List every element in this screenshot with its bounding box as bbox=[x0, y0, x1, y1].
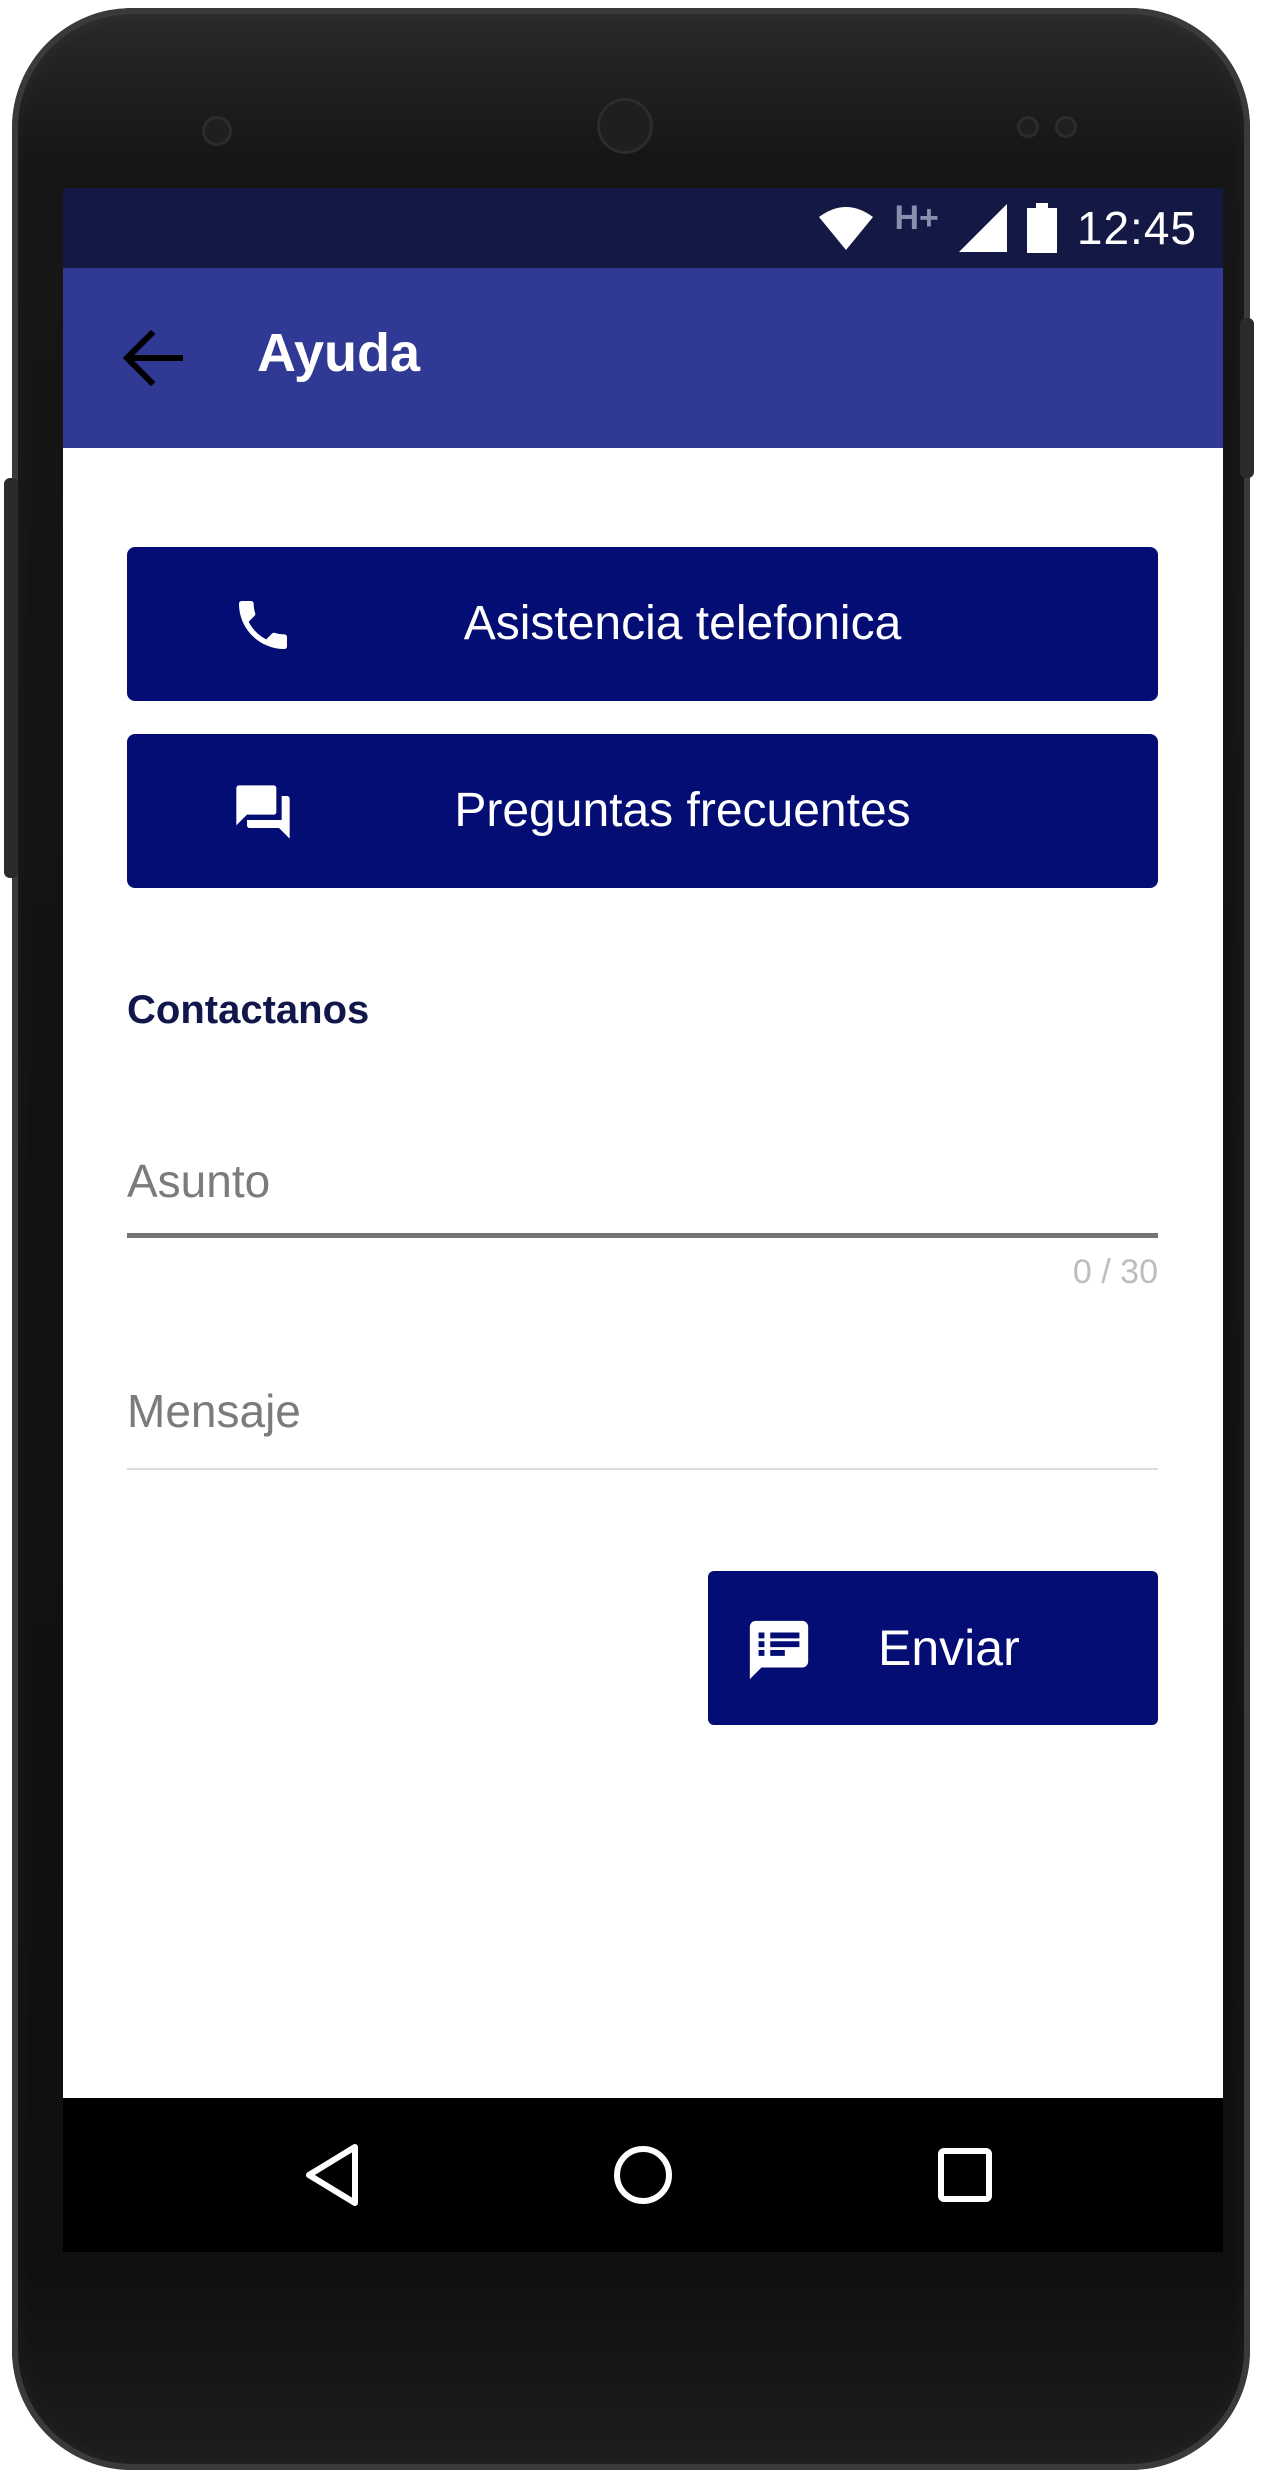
battery-icon bbox=[1026, 203, 1057, 253]
home-circle-icon[interactable] bbox=[603, 2135, 683, 2215]
status-icons: H+ 12:45 bbox=[818, 188, 1197, 268]
network-type-icon: H+ bbox=[894, 198, 939, 237]
send-label: Enviar bbox=[878, 1620, 1020, 1676]
subject-field[interactable] bbox=[127, 1146, 1158, 1216]
front-sensor bbox=[202, 116, 232, 146]
message-underline bbox=[127, 1468, 1158, 1470]
proximity-sensor bbox=[1017, 116, 1039, 138]
wifi-icon bbox=[819, 207, 874, 250]
arrow-left-icon[interactable] bbox=[123, 330, 183, 386]
phone-assistance-label: Asistencia telefonica bbox=[463, 597, 902, 650]
contact-section-title: Contactanos bbox=[127, 988, 370, 1032]
power-button bbox=[1240, 318, 1254, 478]
subject-counter: 0 / 30 bbox=[1072, 1253, 1158, 1291]
phone-assistance-button[interactable]: Asistencia telefonica bbox=[127, 547, 1158, 701]
status-bar: H+ 12:45 bbox=[63, 188, 1223, 268]
send-button[interactable]: Enviar bbox=[708, 1571, 1158, 1725]
navigation-bar bbox=[63, 2098, 1223, 2252]
phone-frame: H+ 12:45 Ayuda Asistencia telefonica Pre… bbox=[4, 8, 1254, 2470]
status-time: 12:45 bbox=[1076, 202, 1197, 254]
volume-button bbox=[4, 478, 18, 878]
signal-icon bbox=[958, 204, 1007, 252]
back-triangle-icon[interactable] bbox=[293, 2135, 373, 2215]
faq-label: Preguntas frecuentes bbox=[454, 784, 911, 837]
light-sensor bbox=[1055, 116, 1077, 138]
recents-square-icon[interactable] bbox=[925, 2135, 1005, 2215]
message-input[interactable] bbox=[127, 1376, 1158, 1446]
faq-button[interactable]: Preguntas frecuentes bbox=[127, 734, 1158, 888]
message-icon bbox=[749, 1620, 809, 1680]
front-camera bbox=[597, 98, 653, 154]
app-bar: Ayuda bbox=[63, 268, 1223, 448]
subject-input[interactable] bbox=[127, 1146, 1158, 1216]
message-field[interactable] bbox=[127, 1376, 1158, 1446]
screen: H+ 12:45 Ayuda Asistencia telefonica Pre… bbox=[63, 188, 1223, 2252]
page-title: Ayuda bbox=[257, 323, 421, 383]
subject-underline bbox=[127, 1233, 1158, 1238]
